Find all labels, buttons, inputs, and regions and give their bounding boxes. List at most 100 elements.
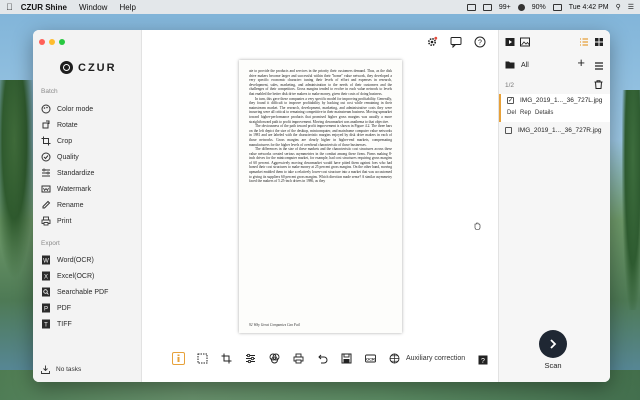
searchable-pdf-icon (41, 287, 51, 297)
export-item-tiff[interactable]: T TIFF (41, 316, 141, 332)
svg-text:T: T (44, 323, 48, 329)
image-mode-icon[interactable] (520, 37, 530, 47)
batch-item-label: Standardize (57, 169, 95, 177)
chat-icon[interactable] (450, 36, 462, 48)
crop-icon[interactable] (220, 352, 233, 365)
menubar-clock[interactable]: Tue 4:42 PM (569, 4, 609, 11)
save-icon[interactable] (340, 352, 353, 365)
print-icon[interactable] (292, 352, 305, 365)
file-actions: Del Rep Details (507, 110, 553, 116)
print-icon (41, 216, 51, 226)
preview-area: ? ate to provide the products and servic… (142, 30, 498, 382)
close-window-button[interactable] (39, 39, 45, 45)
help-icon[interactable]: ? (474, 36, 486, 48)
list-view-icon[interactable] (579, 37, 589, 47)
file-details-link[interactable]: Details (535, 110, 553, 116)
battery-percent[interactable]: 90% (532, 4, 546, 11)
batch-item-color-mode[interactable]: Color mode (41, 101, 141, 117)
standardize-icon (41, 168, 51, 178)
batch-item-label: Rename (57, 201, 84, 209)
spotlight-icon[interactable]: ⚲ (616, 3, 621, 11)
video-mode-icon[interactable] (505, 37, 515, 47)
auxiliary-correction-icon[interactable] (388, 352, 401, 365)
minimize-window-button[interactable] (49, 39, 55, 45)
folder-all[interactable]: All (505, 60, 529, 71)
batch-item-print[interactable]: Print (41, 213, 141, 229)
svg-text:P: P (44, 307, 48, 313)
batch-item-standardize[interactable]: Standardize (41, 165, 141, 181)
desktop-palm-right (622, 90, 640, 310)
selection-count: 1/2 (505, 82, 515, 89)
color-icon[interactable] (268, 352, 281, 365)
batch-item-label: Quality (57, 153, 79, 161)
czur-window: CZUR Batch Color mode Rotate Crop Qualit… (33, 30, 610, 382)
menu-window[interactable]: Window (79, 3, 107, 12)
task-status[interactable]: No tasks (41, 365, 81, 374)
scanned-page[interactable]: ate to provide the products and services… (239, 60, 402, 333)
file-row-1[interactable]: ✓ IMG_2019_1..._36_727L.jpg (499, 94, 610, 122)
system-menubar:  CZUR Shine Window Help 99+ 90% Tue 4:4… (0, 0, 640, 14)
battery-icon[interactable] (552, 3, 562, 11)
zoom-window-button[interactable] (59, 39, 65, 45)
batch-item-quality[interactable]: Quality (41, 149, 141, 165)
info-icon[interactable] (172, 352, 185, 365)
sidebar: CZUR Batch Color mode Rotate Crop Qualit… (33, 30, 142, 382)
batch-list: Color mode Rotate Crop Quality Standardi… (41, 101, 141, 229)
status-display-icon[interactable] (482, 3, 492, 11)
tiff-icon: T (41, 319, 51, 329)
select-icon[interactable] (196, 352, 209, 365)
download-tray-icon (41, 365, 50, 374)
add-folder-icon[interactable]: + (577, 56, 585, 76)
chevron-right-icon (550, 339, 557, 349)
grid-view-icon[interactable] (594, 37, 604, 47)
auxiliary-correction-label[interactable]: Auxiliary correction (406, 355, 465, 362)
batch-item-label: Color mode (57, 105, 94, 113)
menubar-app-name[interactable]: CZUR Shine (21, 3, 67, 12)
adjust-icon[interactable] (244, 352, 257, 365)
export-item-excel[interactable]: X Excel(OCR) (41, 268, 141, 284)
logo-text: CZUR (78, 61, 117, 74)
replace-file-link[interactable]: Rep (520, 110, 531, 116)
page-text: ate to provide the products and services… (249, 69, 392, 184)
more-menu-icon[interactable] (594, 58, 604, 76)
wifi-icon[interactable] (517, 3, 525, 11)
desktop-palm-left (0, 80, 36, 280)
ocr-icon[interactable]: OCR (364, 352, 377, 365)
scan-button[interactable] (539, 330, 567, 358)
file-name: IMG_2019_1..._36_727R.jpg (518, 126, 602, 134)
edit-toolbar: OCR Auxiliary correction (172, 352, 465, 365)
rotate-icon (41, 120, 51, 130)
folder-icon (505, 60, 515, 71)
quick-guide-icon[interactable]: ? (478, 355, 488, 365)
page-paragraph: ate to provide the products and services… (249, 69, 392, 96)
file-checkbox[interactable]: ✓ (507, 97, 514, 104)
batch-item-crop[interactable]: Crop (41, 133, 141, 149)
menubar-status-area: 99+ 90% Tue 4:42 PM ⚲ ☰ (466, 3, 634, 11)
menu-help[interactable]: Help (119, 3, 135, 12)
file-checkbox[interactable] (505, 126, 512, 134)
svg-text:W: W (43, 259, 49, 265)
folder-actions: + (577, 56, 604, 76)
crop-icon (41, 136, 51, 146)
file-panel: All + 1/2 ✓ IMG_2019_1..._36_727L.jpg De… (498, 30, 610, 382)
status-app-icon[interactable] (466, 3, 476, 11)
status-count[interactable]: 99+ (499, 4, 511, 11)
apple-menu-icon[interactable]:  (6, 2, 13, 12)
batch-item-rename[interactable]: Rename (41, 197, 141, 213)
trash-icon[interactable] (594, 80, 603, 89)
export-item-pdf[interactable]: P PDF (41, 300, 141, 316)
undo-icon[interactable] (316, 352, 329, 365)
batch-item-watermark[interactable]: Watermark (41, 181, 141, 197)
notification-center-icon[interactable]: ☰ (628, 3, 634, 11)
watermark-icon (41, 184, 51, 194)
batch-item-rotate[interactable]: Rotate (41, 117, 141, 133)
export-item-word[interactable]: W Word(OCR) (41, 252, 141, 268)
file-row-2[interactable]: IMG_2019_1..._36_727R.jpg (499, 123, 610, 137)
quality-icon (41, 152, 51, 162)
export-item-searchable-pdf[interactable]: Searchable PDF (41, 284, 141, 300)
delete-file-link[interactable]: Del (507, 110, 516, 116)
export-item-label: TIFF (57, 320, 72, 328)
word-icon: W (41, 255, 51, 265)
gear-icon[interactable] (426, 36, 438, 48)
batch-section-label: Batch (41, 88, 58, 95)
